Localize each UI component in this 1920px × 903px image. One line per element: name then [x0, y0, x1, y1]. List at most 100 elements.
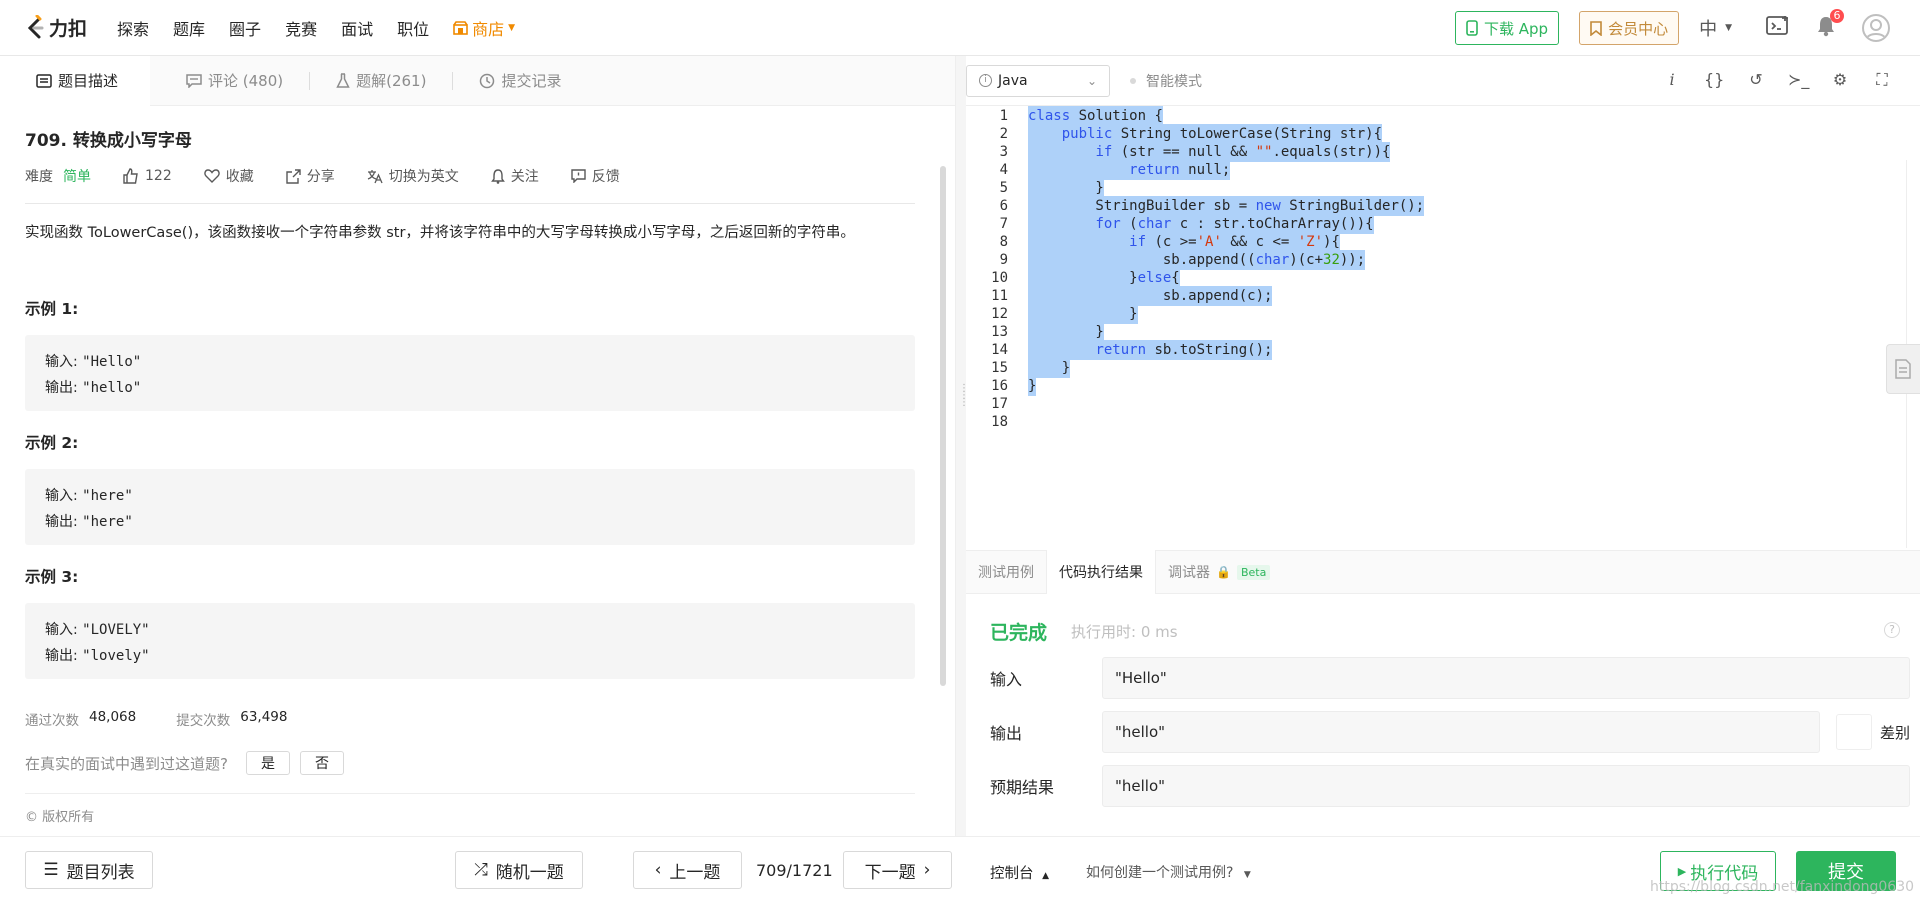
fullscreen-icon[interactable]: ⛶ [1872, 70, 1892, 90]
difficulty: 难度 简单 [25, 166, 91, 186]
exec-time: 执行用时: 0 ms [1071, 622, 1178, 641]
line-number: 11 [991, 288, 1008, 304]
smart-mode-toggle[interactable]: 智能模式 [1130, 71, 1202, 91]
howto-testcase-link[interactable]: 如何创建一个测试用例? ▼ [1086, 862, 1251, 882]
smart-mode-dot-icon [1130, 77, 1136, 84]
example-input-label: 输入: [45, 354, 83, 370]
example-output-label: 输出: [45, 514, 83, 530]
notes-icon [1895, 359, 1911, 379]
nav-problems[interactable]: 题库 [173, 16, 205, 40]
language-label: 中 [1699, 19, 1718, 40]
problem-content: 709. 转换成小写字母 难度 简单 122 收藏 分享 切换为英文 关注 反馈… [25, 106, 915, 836]
editor-tools: i {} ↺ ≻_ ⚙ ⛶ [1640, 70, 1892, 90]
reset-icon[interactable]: ↺ [1746, 70, 1766, 90]
follow-button[interactable]: 关注 [490, 166, 539, 186]
prev-problem-button[interactable]: ‹ 上一题 [633, 851, 742, 889]
settings-icon[interactable]: ⚙ [1830, 70, 1850, 90]
tab-solutions-label: 题解(261) [356, 72, 427, 90]
format-braces-icon[interactable]: {} [1704, 70, 1724, 90]
lock-icon: 🔒 [1216, 565, 1231, 579]
example-output: "here" [82, 514, 133, 530]
bell-icon[interactable]: 6 [1816, 9, 1844, 41]
heart-icon [203, 169, 220, 183]
next-problem-button[interactable]: 下一题 › [843, 851, 952, 889]
play-icon: ▶ [1677, 864, 1687, 878]
switch-language-label: 切换为英文 [388, 169, 459, 185]
example-output-label: 输出: [45, 380, 83, 396]
code-line: } [1028, 304, 1138, 324]
switch-language-button[interactable]: 切换为英文 [367, 166, 459, 186]
random-problem-button[interactable]: ⤮ 随机一题 [455, 851, 583, 889]
example-input: "LOVELY" [82, 622, 150, 638]
diff-checkbox[interactable] [1835, 714, 1872, 750]
like-button[interactable]: 122 [123, 168, 172, 184]
language-select[interactable]: i Java ⌄ [966, 64, 1110, 97]
tab-debugger-label: 调试器 [1168, 565, 1210, 581]
info-icon: i [979, 74, 992, 87]
bell-icon [490, 168, 505, 184]
caret-down-icon: ▼ [1725, 23, 1732, 33]
info-icon[interactable]: i [1662, 70, 1682, 90]
line-number: 13 [991, 324, 1008, 340]
problem-description: 实现函数 ToLowerCase()，该函数接收一个字符串参数 str，并将该字… [25, 225, 855, 241]
download-app-label: 下载 App [1483, 19, 1549, 38]
tab-solutions[interactable]: 题解(261) [310, 56, 452, 106]
code-line: }else{ [1028, 268, 1180, 288]
code-editor[interactable]: 1 2 3 4 5 6 7 8 9 10 11 12 13 14 15 16 1… [966, 106, 1920, 548]
nav-jobs[interactable]: 职位 [397, 16, 429, 40]
code-line: if (c >='A' && c <= 'Z'){ [1028, 232, 1340, 252]
yes-button[interactable]: 是 [245, 751, 290, 775]
line-number: 6 [999, 198, 1008, 214]
line-number: 16 [991, 378, 1008, 394]
tab-comments[interactable]: 评论 (480) [150, 56, 309, 106]
smart-mode-label: 智能模式 [1146, 73, 1202, 90]
console-toggle[interactable]: 控制台 ▲ [990, 862, 1049, 883]
editor-toolbar: i Java ⌄ 智能模式 i {} ↺ ≻_ ⚙ ⛶ [966, 56, 1920, 106]
tab-submissions[interactable]: 提交记录 [453, 56, 587, 106]
code-line: StringBuilder sb = new StringBuilder(); [1028, 196, 1425, 216]
nav-contest[interactable]: 竞赛 [285, 16, 317, 40]
panel-resizer[interactable] [955, 56, 966, 836]
favorite-button[interactable]: 收藏 [203, 166, 254, 186]
beta-badge: Beta [1236, 564, 1271, 580]
share-label: 分享 [306, 169, 335, 185]
share-icon [286, 168, 301, 184]
shop-icon [453, 20, 468, 35]
terminal-icon[interactable]: ≻_ [1788, 70, 1809, 90]
problem-pager: 709/1721 [756, 861, 833, 880]
tab-description[interactable]: 题目描述 [0, 55, 150, 106]
side-notes-tab[interactable] [1886, 344, 1920, 394]
translate-icon [367, 169, 383, 183]
chevron-down-icon: ⌄ [1086, 73, 1097, 88]
nav-interview[interactable]: 面试 [341, 16, 373, 40]
nav-explore[interactable]: 探索 [117, 16, 149, 40]
problem-list-button[interactable]: ☰ 题目列表 [25, 851, 153, 889]
submitted-count: 63,498 [240, 709, 288, 725]
result-output-label: 输出 [990, 724, 1023, 743]
nav-circle[interactable]: 圈子 [229, 16, 261, 40]
logo[interactable]: 力扣 [24, 14, 87, 41]
nav-shop[interactable]: 商店 ▼ [453, 16, 515, 40]
download-app-button[interactable]: 下载 App [1454, 11, 1560, 45]
tab-result[interactable]: 代码执行结果 [1046, 550, 1156, 594]
language-switcher[interactable]: 中 ▼ [1699, 15, 1732, 41]
vip-center-button[interactable]: 会员中心 [1579, 11, 1680, 45]
difficulty-label: 难度 [25, 169, 53, 185]
share-button[interactable]: 分享 [286, 166, 335, 186]
scrollbar[interactable] [940, 166, 946, 686]
help-icon[interactable]: ? [1884, 622, 1900, 638]
caret-up-icon: ▲ [1042, 871, 1050, 881]
tab-debugger[interactable]: 调试器 🔒 Beta [1156, 550, 1282, 594]
diff-toggle[interactable]: 差别 [1835, 714, 1910, 750]
example-input-label: 输入: [45, 622, 83, 638]
like-count: 122 [145, 168, 172, 184]
feedback-button[interactable]: 反馈 [571, 166, 620, 186]
line-number: 18 [991, 414, 1008, 430]
prev-problem-label: 上一题 [669, 862, 721, 883]
example-input-label: 输入: [45, 488, 83, 504]
no-button[interactable]: 否 [299, 751, 344, 775]
avatar[interactable] [1862, 14, 1890, 42]
tab-testcase[interactable]: 测试用例 [966, 550, 1046, 594]
playground-icon[interactable] [1766, 15, 1790, 40]
result-input: "Hello" [1102, 657, 1910, 699]
